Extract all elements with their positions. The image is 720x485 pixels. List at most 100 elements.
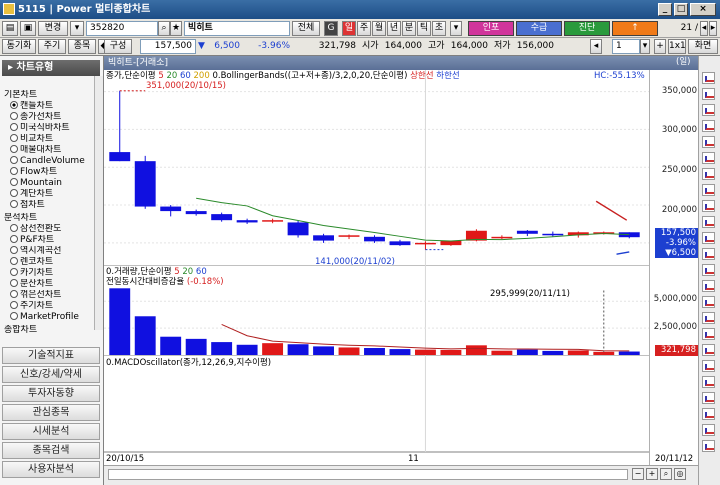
crosshair-tool-icon[interactable] [702, 312, 715, 324]
tree-item[interactable]: 삼선전환도 [2, 224, 94, 235]
supply-button[interactable]: 수급 [516, 21, 562, 36]
tab-week[interactable]: 주 [357, 21, 371, 36]
plus-button[interactable]: ↑ [612, 21, 658, 36]
all-button[interactable]: 전체 [292, 21, 320, 36]
tree-item[interactable]: CandleVolume [2, 156, 94, 167]
fibonacci-tool-icon[interactable] [702, 136, 715, 148]
menu-market-analysis[interactable]: 시세분석 [2, 423, 100, 440]
print-tool-icon[interactable] [702, 392, 715, 404]
tab-minute[interactable]: 분 [402, 21, 416, 36]
tree-item[interactable]: 꺾은선차트 [2, 290, 94, 301]
search-icon[interactable]: ⌕ [158, 21, 170, 36]
tree-category-analysis[interactable]: 분석차트 [2, 213, 94, 224]
diagnosis-button[interactable]: 진단 [564, 21, 610, 36]
tree-item[interactable]: 렌코차트 [2, 257, 94, 268]
channel-tool-icon[interactable] [702, 120, 715, 132]
page-next-icon[interactable]: ▸ [709, 21, 717, 36]
tab-day[interactable]: 일 [342, 21, 356, 36]
change-button[interactable]: 변경 [38, 21, 68, 36]
measure-tool-icon[interactable] [702, 296, 715, 308]
tab-second[interactable]: 초 [432, 21, 446, 36]
close-button[interactable]: × [690, 3, 716, 16]
arrow-tool-icon[interactable] [702, 200, 715, 212]
zoom-out-icon[interactable]: − [632, 468, 644, 480]
tree-item[interactable]: 분산차트 [2, 279, 94, 290]
tree-item[interactable]: 비교차트 [2, 134, 94, 145]
gann-tool-icon[interactable] [702, 152, 715, 164]
image-tool-icon[interactable] [702, 440, 715, 452]
tree-item[interactable]: 카기차트 [2, 268, 94, 279]
zoom-button[interactable]: 1x1 [668, 39, 686, 54]
radio-icon [10, 301, 18, 309]
tree-item[interactable]: MarketProfile [2, 312, 94, 323]
tree-item[interactable]: 종가선차트 [2, 112, 94, 123]
pitchfork-tool-icon[interactable] [702, 248, 715, 260]
menu-investor-trend[interactable]: 투자자동향 [2, 385, 100, 402]
tree-item[interactable]: 미국식바차트 [2, 123, 94, 134]
magnet-tool-icon[interactable] [702, 328, 715, 340]
tree-item[interactable]: Flow차트 [2, 167, 94, 178]
horizontal-scrollbar[interactable] [108, 469, 628, 480]
vline-tool-icon[interactable] [702, 104, 715, 116]
add-icon[interactable]: + [654, 39, 666, 54]
scale-button[interactable]: (일) [676, 55, 690, 70]
speedline-tool-icon[interactable] [702, 264, 715, 276]
compose-button[interactable]: 구성 [104, 39, 132, 54]
menu-user-analysis[interactable]: 사용자분석 [2, 461, 100, 478]
tab-year[interactable]: 년 [387, 21, 401, 36]
tree-item-label: 매물대차트 [20, 145, 62, 155]
save-tool-icon[interactable] [702, 360, 715, 372]
zoom-in-icon[interactable]: + [646, 468, 658, 480]
tab-month[interactable]: 월 [372, 21, 386, 36]
reset-view-icon[interactable]: ◎ [674, 468, 686, 480]
period-button[interactable]: 주기 [38, 39, 66, 54]
tree-item-candle[interactable]: 캔들차트 [2, 101, 94, 112]
menu-icon[interactable]: ▤ [2, 21, 18, 36]
sync-button[interactable]: 동기화 [2, 39, 36, 54]
tree-item[interactable]: 계단차트 [2, 189, 94, 200]
tree-item[interactable]: Mountain [2, 178, 94, 189]
ellipse-tool-icon[interactable] [702, 232, 715, 244]
search-zoom-icon[interactable]: ⌕ [660, 468, 672, 480]
settings-tool-icon[interactable] [702, 408, 715, 420]
dropdown-icon[interactable]: ▾ [70, 21, 84, 36]
period-dropdown-icon[interactable]: ▾ [450, 21, 462, 36]
trendline-tool-icon[interactable] [702, 72, 715, 84]
sidebar-scrollbar[interactable] [94, 76, 103, 330]
menu-technical-indicators[interactable]: 기술적지표 [2, 347, 100, 364]
menu-stock-search[interactable]: 종목검색 [2, 442, 100, 459]
tree-item[interactable]: 매물대차트 [2, 145, 94, 156]
favorite-star-icon[interactable]: ★ [170, 21, 182, 36]
open-label: 시가 [362, 41, 379, 51]
maximize-button[interactable]: □ [674, 3, 688, 16]
tab-tick[interactable]: 틱 [417, 21, 431, 36]
cycle-tool-icon[interactable] [702, 184, 715, 196]
menu-signals[interactable]: 신호/강세/약세 [2, 366, 100, 383]
screen-button[interactable]: 화면 [688, 39, 718, 54]
tree-category-composite[interactable]: 종합차트 [2, 325, 94, 336]
arrow-left-icon[interactable]: ◂ [590, 39, 602, 54]
minimize-button[interactable]: _ [658, 3, 672, 16]
stock-code-input[interactable]: 352820 [86, 21, 158, 36]
page-prev-icon[interactable]: ◂ [700, 21, 708, 36]
delete-tool-icon[interactable] [702, 344, 715, 356]
copy-tool-icon[interactable] [702, 424, 715, 436]
tree-item[interactable]: 점차트 [2, 200, 94, 211]
info-button[interactable]: 인포 [468, 21, 514, 36]
item-button[interactable]: 종목 [68, 39, 96, 54]
lock-icon[interactable]: ▣ [20, 21, 36, 36]
text-tool-icon[interactable] [702, 168, 715, 180]
g-button[interactable]: G [324, 21, 338, 36]
count-dropdown-icon[interactable]: ▾ [640, 39, 650, 54]
tree-item[interactable]: 주기차트 [2, 301, 94, 312]
count-select[interactable]: 1 [612, 39, 640, 54]
sidebar-header[interactable]: ▸ 차트유형 [2, 60, 100, 76]
rect-tool-icon[interactable] [702, 216, 715, 228]
tree-item[interactable]: 역시계곡선 [2, 246, 94, 257]
menu-watchlist[interactable]: 관심종목 [2, 404, 100, 421]
tree-category-basic[interactable]: 기본차트 [2, 90, 94, 101]
regression-tool-icon[interactable] [702, 280, 715, 292]
tree-item[interactable]: P&F차트 [2, 235, 94, 246]
load-tool-icon[interactable] [702, 376, 715, 388]
hline-tool-icon[interactable] [702, 88, 715, 100]
